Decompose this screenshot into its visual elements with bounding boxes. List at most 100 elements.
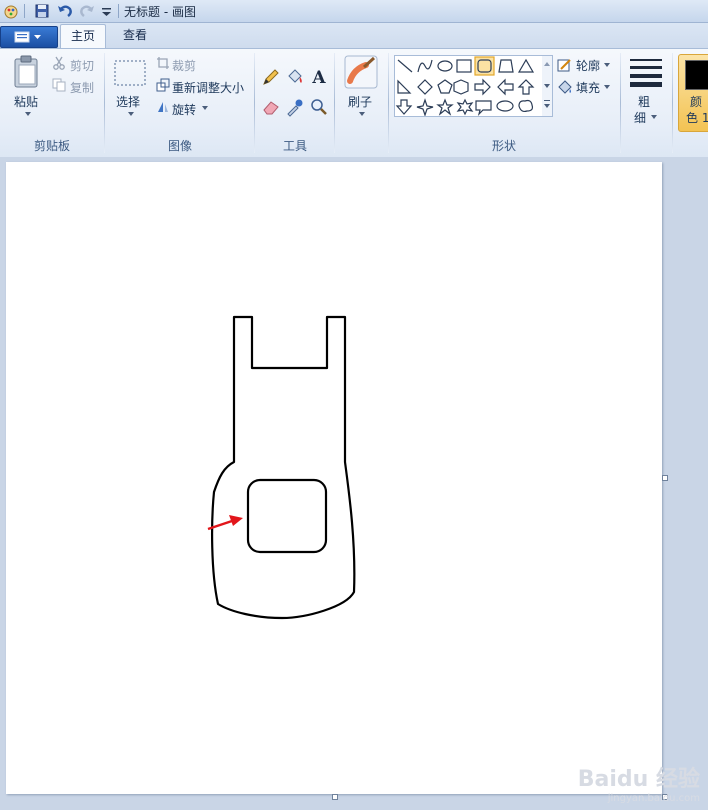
window-title: 无标题 - 画图 [124,5,196,19]
rotate-button[interactable]: 旋转 [172,101,196,118]
brushes-icon[interactable] [344,55,378,89]
copy-button[interactable]: 复制 [70,79,94,96]
app-menu-icon [14,31,41,43]
canvas-workspace: Baidu 经验 jingyan.baidu.com [0,157,708,810]
undo-icon[interactable] [56,2,74,20]
outline-icon [557,59,571,72]
drawing-canvas[interactable] [6,162,662,794]
brushes-dropdown-chevron-icon[interactable] [358,111,366,117]
fill-dropdown-chevron-icon[interactable] [603,84,611,90]
group-label-shapes: 形状 [491,139,516,153]
fill-button[interactable]: 填充 [576,79,600,96]
crop-button[interactable]: 裁剪 [172,57,196,74]
color1-label-line2: 色 1 [686,111,708,125]
app-menu-button[interactable] [0,26,58,48]
redo-icon[interactable] [78,2,96,20]
color1-button[interactable]: 颜 色 1 [678,54,708,132]
right-triangle-shape-icon [397,79,412,94]
polygon-shape-icon [498,59,514,73]
brushes-button[interactable]: 刷子 [348,93,372,110]
four-point-star-icon [416,98,434,116]
watermark-brand: Baidu 经验 [577,767,700,792]
customize-toolbar-chevron-icon[interactable] [98,2,116,20]
size-label-line2[interactable]: 细 [634,109,646,126]
pencil-icon[interactable] [261,67,281,87]
paint-app-icon[interactable] [2,2,20,20]
size-dropdown-chevron-icon[interactable] [650,114,658,120]
separator [672,53,673,153]
curve-shape-icon [417,59,433,73]
canvas-resize-handle-right[interactable] [662,475,668,481]
color-picker-icon[interactable] [285,97,305,117]
pentagon-shape-icon [437,79,453,94]
select-button[interactable]: 选择 [116,93,140,110]
watermark-site: jingyan.baidu.com [607,793,700,804]
outline-button[interactable]: 轮廓 [576,57,600,74]
resize-button[interactable]: 重新调整大小 [172,79,244,96]
five-point-star-icon [436,98,454,116]
right-arrow-shape-icon [474,78,491,96]
gallery-scroll-arrows-icon [544,62,550,108]
down-arrow-shape-icon [395,99,413,115]
triangle-shape-icon [517,58,535,73]
size-lines-icon[interactable] [629,57,663,87]
six-point-star-icon [456,98,474,116]
rectangle-shape-icon [456,59,472,73]
rounded-callout-icon [475,100,492,116]
text-tool-glyph: A [311,68,326,87]
fill-icon [558,80,572,94]
cut-icon [53,56,65,70]
tab-home[interactable]: 主页 [60,24,106,49]
paste-dropdown-chevron-icon[interactable] [24,111,32,117]
rotate-icon [158,102,168,112]
cloud-callout-icon [518,99,534,113]
separator [388,53,389,153]
ribbon-home: 粘贴 剪切 复制 剪贴板 选择 裁剪 重新调整大小 旋转 图像 A 工具 刷子 … [0,48,708,158]
color1-swatch [685,60,708,90]
save-icon[interactable] [33,2,51,20]
oval-callout-icon [496,100,514,112]
left-arrow-shape-icon [497,78,514,96]
cut-button[interactable]: 剪切 [70,57,94,74]
group-label-tools: 工具 [282,139,307,153]
select-icon[interactable] [113,59,147,87]
line-shape-icon [397,59,413,73]
color1-label-line1: 颜 [690,95,703,109]
fill-bucket-icon[interactable] [285,67,305,87]
shapes-gallery-icons [395,56,535,116]
rotate-dropdown-chevron-icon[interactable] [201,105,209,111]
title-bar: 无标题 - 画图 [0,0,708,23]
size-label-line1[interactable]: 粗 [638,93,650,110]
up-arrow-shape-icon [517,79,535,95]
text-tool-icon[interactable]: A [309,67,329,87]
paste-button[interactable]: 粘贴 [14,93,38,110]
separator [104,53,105,153]
separator [24,4,25,18]
apron-drawing [207,315,356,620]
apron-outline [211,315,356,620]
ribbon-tab-row: 主页 查看 [0,23,708,49]
paste-icon[interactable] [12,55,42,89]
baidu-watermark: Baidu 经验 jingyan.baidu.com [578,761,700,804]
crop-icon [157,57,169,69]
resize-icon [156,78,170,92]
oval-shape-icon [437,60,453,72]
hexagon-shape-icon [453,79,469,95]
tab-view[interactable]: 查看 [112,24,158,48]
select-dropdown-chevron-icon[interactable] [127,111,135,117]
canvas-resize-handle-bottom[interactable] [332,794,338,800]
eraser-icon[interactable] [261,97,281,117]
separator [254,53,255,153]
separator [334,53,335,153]
group-label-clipboard: 剪贴板 [33,139,70,153]
separator [620,53,621,153]
separator [118,4,119,18]
diamond-shape-icon [417,79,433,95]
outline-dropdown-chevron-icon[interactable] [603,62,611,68]
apron-pocket [246,478,328,554]
shapes-gallery-scroll[interactable] [542,55,553,117]
shapes-gallery [394,55,544,117]
magnifier-icon[interactable] [309,97,329,117]
copy-icon [52,78,66,92]
group-label-image: 图像 [167,139,192,153]
